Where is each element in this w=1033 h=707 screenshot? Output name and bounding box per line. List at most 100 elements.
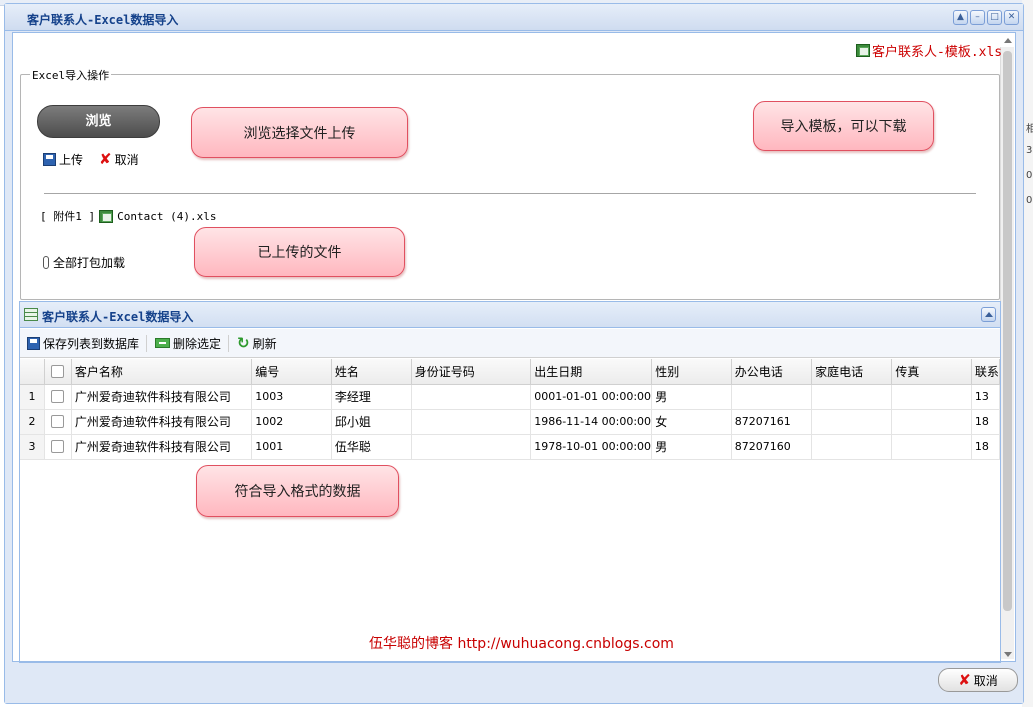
cancel-button[interactable]: ✘ 取消	[938, 668, 1018, 692]
close-icon[interactable]: ✕	[1004, 10, 1019, 25]
restore-icon[interactable]: –	[970, 10, 985, 25]
row-checkbox[interactable]	[51, 440, 65, 453]
grid-title: 客户联系人-Excel数据导入	[42, 310, 194, 324]
background-label: 0	[1026, 170, 1033, 181]
template-download-link[interactable]: 客户联系人-模板.xls	[856, 41, 1002, 60]
template-link-text: 客户联系人-模板.xls	[872, 45, 1003, 60]
paperclip-icon	[43, 256, 49, 269]
window-titlebar[interactable]: 客户联系人-Excel数据导入 ▲ – □ ✕	[5, 4, 1023, 31]
cell-gender: 男	[651, 434, 732, 460]
select-all-checkbox[interactable]	[51, 364, 65, 378]
vertical-scrollbar[interactable]	[1000, 38, 1014, 659]
delete-selected-label: 删除选定	[173, 336, 222, 351]
window-title: 客户联系人-Excel数据导入	[27, 13, 179, 27]
cell-id-number	[411, 409, 532, 435]
cell-gender: 男	[651, 384, 732, 410]
cell-code: 1001	[251, 434, 332, 460]
cancel-button-label: 取消	[973, 673, 998, 688]
excel-file-icon	[856, 44, 870, 57]
data-grid-panel: 客户联系人-Excel数据导入 保存列表到数据库 删除选定 ↻ 刷新 客户名称 …	[19, 301, 1001, 663]
col-header-office-phone[interactable]: 办公电话	[731, 359, 813, 385]
cell-name: 伍华聪	[331, 434, 412, 460]
callout-matching: 符合导入格式的数据	[196, 465, 399, 517]
save-to-database-button[interactable]: 保存列表到数据库	[27, 334, 148, 352]
attachment-label: [ 附件1 ]	[40, 210, 96, 223]
cell-contact: 13	[971, 384, 1001, 410]
cell-home-phone	[811, 409, 893, 435]
refresh-icon: ↻	[237, 334, 250, 352]
callout-template: 导入模板，可以下载	[753, 101, 934, 151]
background-label: 0	[1026, 195, 1033, 206]
callout-uploaded: 已上传的文件	[194, 227, 405, 277]
data-grid-table: 客户名称 编号 姓名 身份证号码 出生日期 性别 办公电话 家庭电话 传真 联系	[20, 359, 1001, 460]
scroll-down-icon[interactable]	[1004, 652, 1012, 657]
row-select-cell[interactable]	[44, 409, 72, 435]
cell-contact: 18	[971, 434, 1001, 460]
row-select-cell[interactable]	[44, 384, 72, 410]
cancel-upload-button[interactable]: ✘ 取消	[99, 151, 139, 168]
callout-browse-text: 浏览选择文件上传	[243, 125, 356, 142]
table-icon	[24, 308, 38, 321]
attachment-row: [ 附件1 ] Contact (4).xls	[40, 208, 216, 224]
col-header-name[interactable]: 姓名	[331, 359, 412, 385]
cell-office-phone: 87207161	[731, 409, 813, 435]
col-header-fax[interactable]: 传真	[891, 359, 972, 385]
col-header-gender[interactable]: 性别	[651, 359, 732, 385]
row-number: 2	[20, 409, 46, 435]
col-header-birthdate[interactable]: 出生日期	[530, 359, 653, 385]
cell-birthdate: 0001-01-01 00:00:00	[530, 384, 653, 410]
excel-file-icon	[99, 209, 114, 223]
cell-birthdate: 1978-10-01 00:00:00	[530, 434, 653, 460]
window-controls: ▲ – □ ✕	[953, 10, 1019, 25]
red-x-icon: ✘	[958, 670, 971, 689]
cell-id-number	[411, 384, 532, 410]
cell-office-phone	[731, 384, 813, 410]
save-to-database-label: 保存列表到数据库	[43, 336, 140, 351]
dialog-footer	[5, 663, 1023, 703]
col-header-select[interactable]	[44, 359, 72, 385]
cell-name: 邱小姐	[331, 409, 412, 435]
cell-name: 李经理	[331, 384, 412, 410]
col-header-home-phone[interactable]: 家庭电话	[811, 359, 893, 385]
table-row[interactable]: 3 广州爱奇迪软件科技有限公司 1001 伍华聪 1978-10-01 00:0…	[20, 434, 1001, 460]
cell-home-phone	[811, 434, 893, 460]
blog-watermark-text: 伍华聪的博客 http://wuhuacong.cnblogs.com	[369, 636, 674, 652]
cell-home-phone	[811, 384, 893, 410]
refresh-button[interactable]: ↻ 刷新	[237, 334, 284, 352]
row-select-cell[interactable]	[44, 434, 72, 460]
attachment-file-link[interactable]: Contact (4).xls	[117, 210, 216, 223]
cell-customer: 广州爱奇迪软件科技有限公司	[71, 384, 253, 410]
table-row[interactable]: 1 广州爱奇迪软件科技有限公司 1003 李经理 0001-01-01 00:0…	[20, 384, 1001, 410]
callout-browse: 浏览选择文件上传	[191, 107, 408, 158]
col-header-id-number[interactable]: 身份证号码	[411, 359, 532, 385]
minimize-icon[interactable]: ▲	[953, 10, 968, 25]
upload-actions: 上传 ✘ 取消	[43, 151, 139, 168]
scroll-up-icon[interactable]	[1004, 38, 1012, 43]
maximize-icon[interactable]: □	[987, 10, 1002, 25]
section-divider	[44, 193, 976, 194]
pack-download-link[interactable]: 全部打包加载	[43, 254, 125, 271]
grid-header-row: 客户名称 编号 姓名 身份证号码 出生日期 性别 办公电话 家庭电话 传真 联系	[20, 359, 1001, 385]
browse-button[interactable]: 浏览	[37, 105, 160, 138]
col-header-customer[interactable]: 客户名称	[71, 359, 253, 385]
cell-birthdate: 1986-11-14 00:00:00	[530, 409, 653, 435]
col-header-code[interactable]: 编号	[251, 359, 332, 385]
row-checkbox[interactable]	[51, 390, 65, 403]
col-header-contact[interactable]: 联系	[971, 359, 1001, 385]
cell-id-number	[411, 434, 532, 460]
callout-template-text: 导入模板，可以下载	[780, 119, 907, 135]
collapse-icon[interactable]	[981, 307, 996, 322]
table-row[interactable]: 2 广州爱奇迪软件科技有限公司 1002 邱小姐 1986-11-14 00:0…	[20, 409, 1001, 435]
scroll-thumb[interactable]	[1003, 51, 1012, 611]
background-label: 3	[1026, 145, 1033, 156]
delete-selected-button[interactable]: 删除选定	[155, 334, 230, 352]
grid-panel-header: 客户联系人-Excel数据导入	[20, 302, 1000, 328]
cell-gender: 女	[651, 409, 732, 435]
save-disk-icon	[27, 336, 40, 350]
delete-minus-icon	[155, 338, 171, 348]
cell-fax	[891, 384, 972, 410]
upload-button[interactable]: 上传	[43, 151, 83, 168]
background-label: 相	[1026, 124, 1033, 135]
red-x-icon: ✘	[99, 150, 112, 168]
row-checkbox[interactable]	[51, 415, 65, 428]
